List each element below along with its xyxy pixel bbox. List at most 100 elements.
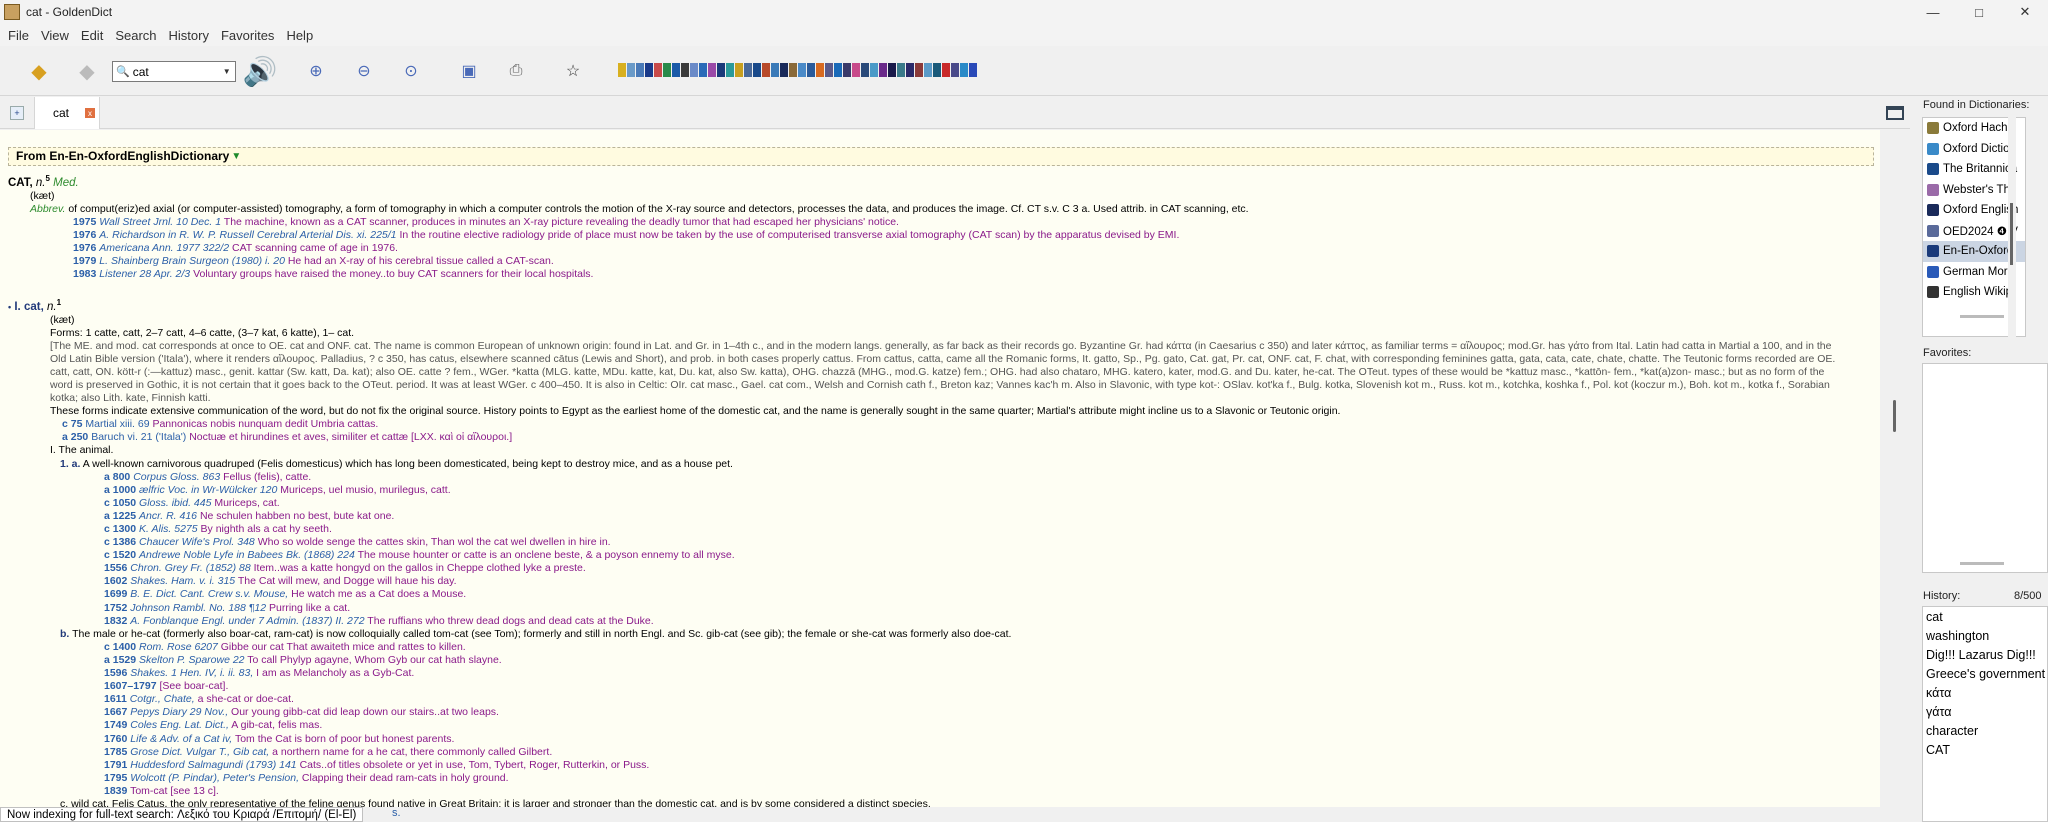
dictionary-icon[interactable] (789, 63, 797, 77)
scroll-thumb[interactable] (2010, 203, 2013, 265)
quotations-1b: c 1400 Rom. Rose 6207 Gibbe our cat That… (104, 640, 650, 797)
print-icon[interactable]: ⎙ (503, 58, 529, 84)
dictionary-icon[interactable] (888, 63, 896, 77)
search-input[interactable] (132, 64, 221, 79)
history-item[interactable]: Greece's government (1923, 664, 2047, 683)
history-item[interactable]: κάτα (1923, 683, 2047, 702)
dictionary-icon[interactable] (843, 63, 851, 77)
dictionary-icon[interactable] (807, 63, 815, 77)
zoom-in-icon[interactable]: ⊕ (303, 58, 329, 84)
zoom-out-icon[interactable]: ⊖ (351, 58, 377, 84)
favorites-label: Favorites: (1923, 347, 1972, 359)
dictionary-header[interactable]: From En-En-OxfordEnglishDictionary ▼ (8, 147, 1874, 166)
dictionary-icon[interactable] (906, 63, 914, 77)
save-article-icon[interactable]: ▣ (456, 58, 482, 84)
sense-1a: 1. a. A well-known carnivorous quadruped… (60, 457, 733, 470)
dictionary-icon[interactable] (933, 63, 941, 77)
dictionary-icon[interactable] (960, 63, 968, 77)
dictionary-icon[interactable] (879, 63, 887, 77)
dictionary-icon[interactable] (753, 63, 761, 77)
history-item[interactable]: γάτα (1923, 702, 2047, 721)
sense-heading: I. The animal. (50, 444, 114, 457)
history-item[interactable]: CAT (1923, 740, 2047, 759)
dictionary-icon[interactable] (726, 63, 734, 77)
dictionary-icon[interactable] (645, 63, 653, 77)
dictionary-bar[interactable] (618, 63, 977, 79)
found-label: Found in Dictionaries: (1923, 99, 2030, 111)
favorites-splitter[interactable] (1960, 562, 2004, 565)
dictionary-icon[interactable] (735, 63, 743, 77)
found-list-scrollbar[interactable] (2008, 117, 2016, 339)
app-book-icon (4, 4, 20, 20)
zoom-reset-icon[interactable]: ⊙ (398, 58, 424, 84)
history-item[interactable]: character (1923, 721, 2047, 740)
menu-bar: File View Edit Search History Favorites … (0, 24, 2048, 46)
search-icon: 🔍 (116, 66, 130, 78)
dictionary-icon[interactable] (672, 63, 680, 77)
dictionary-icon[interactable] (780, 63, 788, 77)
dictionary-icon[interactable] (969, 63, 977, 77)
dictionary-icon[interactable] (798, 63, 806, 77)
dictionary-icon[interactable] (627, 63, 635, 77)
quotation: c 75 Martial xiii. 69 Pannonicas nobis n… (62, 418, 379, 431)
maximize-icon[interactable]: □ (1956, 0, 2002, 24)
history-list[interactable]: cat washington Dig!!! Lazarus Dig!!! Greece… (1922, 606, 2048, 822)
menu-file[interactable]: File (2, 28, 35, 43)
menu-favorites[interactable]: Favorites (215, 28, 280, 43)
search-combobox[interactable]: 🔍 ▼ (112, 61, 236, 82)
dictionary-icon[interactable] (636, 63, 644, 77)
sense-1b: b. The male or he-cat (formerly also boa… (60, 627, 1012, 640)
dictionary-icon[interactable] (717, 63, 725, 77)
menu-search[interactable]: Search (109, 28, 162, 43)
history-item[interactable]: Dig!!! Lazarus Dig!!! (1923, 645, 2047, 664)
tab-cat[interactable]: cat x (34, 97, 100, 129)
dictionary-icon[interactable] (816, 63, 824, 77)
dictionary-icon[interactable] (681, 63, 689, 77)
dictionary-icon[interactable] (690, 63, 698, 77)
dictionary-icon[interactable] (654, 63, 662, 77)
dropdown-arrow-icon[interactable]: ▼ (223, 67, 231, 76)
favorites-pane[interactable] (1922, 363, 2048, 573)
dictionary-icon[interactable] (762, 63, 770, 77)
dictionary-icon[interactable] (744, 63, 752, 77)
article-scrollbar[interactable] (1890, 130, 1900, 807)
dictionary-icon[interactable] (870, 63, 878, 77)
dictionary-panel-icon[interactable] (1886, 106, 1904, 120)
menu-edit[interactable]: Edit (75, 28, 109, 43)
scroll-thumb[interactable] (1893, 400, 1896, 432)
dictionary-icon[interactable] (834, 63, 842, 77)
menu-history[interactable]: History (163, 28, 215, 43)
dictionary-name: Webster's Thi (1943, 183, 2013, 196)
dictionary-icon[interactable] (825, 63, 833, 77)
menu-help[interactable]: Help (280, 28, 319, 43)
pronounce-speaker-icon[interactable]: 🔊 (238, 56, 282, 87)
dictionary-icon[interactable] (663, 63, 671, 77)
menu-view[interactable]: View (35, 28, 75, 43)
history-item[interactable]: washington (1923, 626, 2047, 645)
pronunciation: (kæt) (50, 313, 75, 326)
dictionary-name: The Britannica (1943, 163, 2018, 176)
quotation: 1979 L. Shainberg Brain Surgeon (1980) i… (73, 255, 554, 268)
dictionary-icon[interactable] (618, 63, 626, 77)
history-item[interactable]: cat (1923, 607, 2047, 626)
new-tab-icon[interactable]: + (10, 106, 24, 120)
dictionary-icon[interactable] (771, 63, 779, 77)
dictionary-icon[interactable] (699, 63, 707, 77)
minimize-icon[interactable]: — (1910, 0, 1956, 24)
dictionary-icon[interactable] (924, 63, 932, 77)
collapse-triangle-icon[interactable]: ▼ (231, 150, 241, 163)
back-arrow-icon[interactable]: ◆ (26, 58, 52, 84)
dictionary-icon[interactable] (897, 63, 905, 77)
dictionary-icon[interactable] (852, 63, 860, 77)
forward-arrow-icon[interactable]: ◆ (74, 58, 100, 84)
dictionary-icon[interactable] (915, 63, 923, 77)
close-tab-icon[interactable]: x (85, 108, 96, 118)
dictionary-icon[interactable] (942, 63, 950, 77)
close-icon[interactable]: ✕ (2002, 0, 2048, 24)
dictionary-icon[interactable] (951, 63, 959, 77)
dictionary-icon[interactable] (708, 63, 716, 77)
dictionary-icon (1927, 245, 1939, 258)
dictionary-icon[interactable] (861, 63, 869, 77)
list-splitter[interactable] (1960, 315, 2004, 318)
favorite-star-icon[interactable]: ☆ (560, 58, 586, 84)
